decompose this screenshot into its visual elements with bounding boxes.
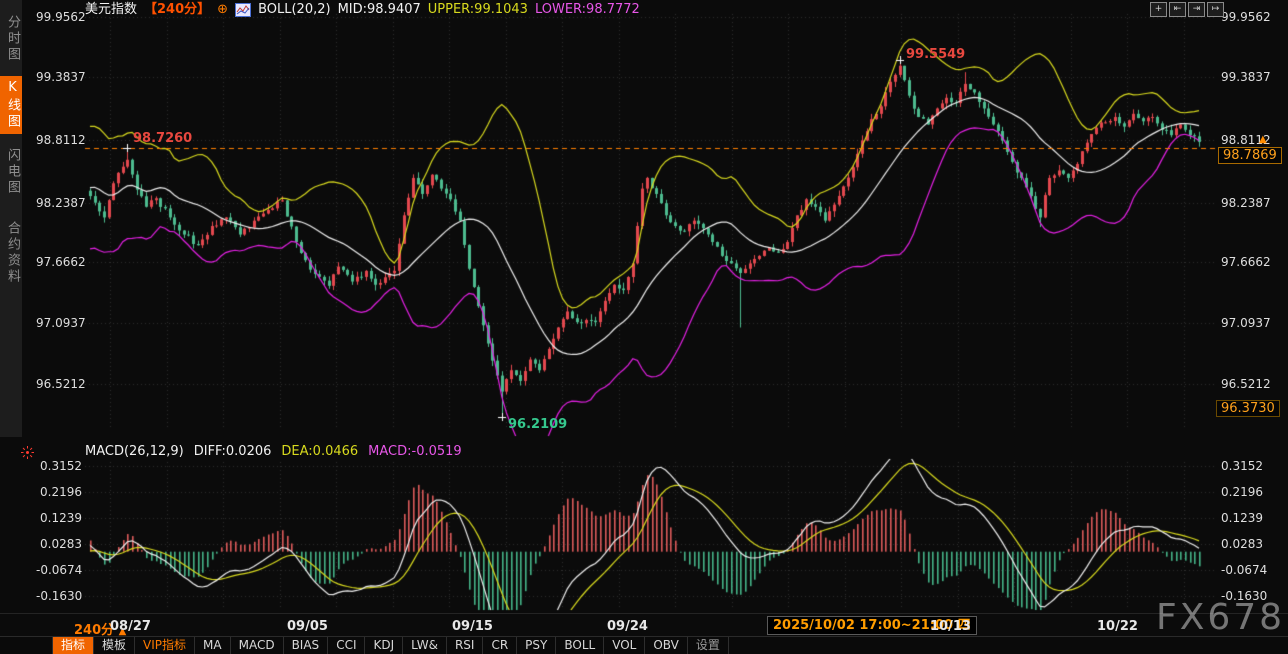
- boll-mid-value: MID:98.9407: [338, 2, 421, 17]
- y-axis-label: 98.8112: [36, 133, 82, 147]
- ref-price-annotation: 98.7260: [133, 131, 192, 146]
- toolbar-item-kdj[interactable]: KDJ: [365, 637, 403, 654]
- sidebar-item-kline[interactable]: K线图: [0, 76, 22, 134]
- y-axis-label: 98.2387: [36, 196, 82, 210]
- low-price-annotation: 96.2109: [508, 417, 567, 432]
- toolbar-item-vol[interactable]: VOL: [604, 637, 645, 654]
- x-axis-date: 08/27: [110, 619, 151, 634]
- toolbar-item-cci[interactable]: CCI: [328, 637, 365, 654]
- y-axis-label: 99.3837: [36, 70, 82, 84]
- zoom-in-icon[interactable]: ⇤: [1169, 2, 1186, 17]
- shift-right-icon[interactable]: ↦: [1207, 2, 1224, 17]
- toolbar-item-indicators[interactable]: 指标: [52, 637, 94, 654]
- macd-axis-label: 0.2196: [1221, 485, 1281, 499]
- y-axis-label: 99.9562: [36, 10, 82, 24]
- macd-axis-label: -0.0674: [36, 563, 82, 577]
- low-marker-tag: 96.3730: [1216, 400, 1280, 417]
- sidebar-item-contract-info[interactable]: 合约资料: [0, 210, 22, 296]
- y-axis-label: 97.6662: [36, 255, 82, 269]
- toolbar-item-bias[interactable]: BIAS: [284, 637, 329, 654]
- y-axis-label: 97.0937: [1221, 316, 1281, 330]
- macd-param-label: MACD(26,12,9): [85, 444, 184, 459]
- macd-axis-label: 0.2196: [36, 485, 82, 499]
- boll-lower-value: LOWER:98.7772: [535, 2, 640, 17]
- macd-axis-label: 0.3152: [1221, 459, 1281, 473]
- move-crosshair-icon[interactable]: +: [1150, 2, 1167, 17]
- toolbar-item-lwr[interactable]: LW&: [403, 637, 447, 654]
- macd-header: MACD(26,12,9) DIFF:0.0206 DEA:0.0466 MAC…: [85, 444, 462, 459]
- macd-axis-label: 0.1239: [1221, 511, 1281, 525]
- last-price-tag: 98.7869: [1218, 147, 1282, 164]
- macd-axis-label: 0.0283: [36, 537, 82, 551]
- y-axis-label: 97.0937: [36, 316, 82, 330]
- toolbar-item-ma[interactable]: MA: [195, 637, 231, 654]
- toolbar-item-rsi[interactable]: RSI: [447, 637, 484, 654]
- toolbar-item-cr[interactable]: CR: [483, 637, 517, 654]
- sidebar-item-timeshare[interactable]: 分时图: [0, 6, 22, 72]
- high-price-annotation: 99.5549: [906, 47, 965, 62]
- macd-axis-label: 0.3152: [36, 459, 82, 473]
- toolbar-item-macd[interactable]: MACD: [231, 637, 284, 654]
- y-axis-label: 96.5212: [1221, 377, 1281, 391]
- symbol-name: 美元指数: [85, 2, 137, 17]
- zoom-out-icon[interactable]: ⇥: [1188, 2, 1205, 17]
- chart-toolbar-icons: + ⇤ ⇥ ↦: [1150, 2, 1224, 17]
- macd-axis-label: 0.0283: [1221, 537, 1281, 551]
- y-axis-label: 99.9562: [1221, 10, 1281, 24]
- x-axis-date: 09/15: [452, 619, 493, 634]
- macd-axis-label: 0.1239: [36, 511, 82, 525]
- toolbar-item-psy[interactable]: PSY: [517, 637, 556, 654]
- trading-app-window: { "header": { "symbol": "美元指数", "period"…: [0, 0, 1288, 654]
- boll-upper-value: UPPER:99.1043: [428, 2, 528, 17]
- y-axis-label: 99.3837: [1221, 70, 1281, 84]
- macd-axis-label: -0.1630: [36, 589, 82, 603]
- sidebar-item-flash[interactable]: 闪电图: [0, 140, 22, 204]
- x-axis-date: 10/22: [1097, 619, 1138, 634]
- x-axis-date: 09/05: [287, 619, 328, 634]
- y-axis-label: 98.8112: [1221, 133, 1281, 147]
- y-axis-label: 97.6662: [1221, 255, 1281, 269]
- crosshair-toggle-icon[interactable]: ⊕: [217, 2, 228, 17]
- macd-axis-label: -0.0674: [1221, 563, 1281, 577]
- toolbar-item-obv[interactable]: OBV: [645, 637, 688, 654]
- macd-value: MACD:-0.0519: [368, 444, 462, 459]
- boll-param-label: BOLL(20,2): [258, 2, 331, 17]
- macd-axis-label: -0.1630: [1221, 589, 1281, 603]
- period-label: 【240分】: [144, 2, 210, 17]
- price-position-arrow-icon: ▲: [1259, 134, 1267, 145]
- chart-header: 美元指数 【240分】 ⊕ BOLL(20,2) MID:98.9407 UPP…: [85, 2, 640, 17]
- y-axis-label: 96.5212: [36, 377, 82, 391]
- brand-watermark: FX678: [1156, 597, 1285, 638]
- macd-dea-value: DEA:0.0466: [281, 444, 358, 459]
- toolbar-item-boll[interactable]: BOLL: [556, 637, 604, 654]
- toolbar-item-vip-indicators[interactable]: VIP指标: [135, 637, 195, 654]
- indicator-alert-icon[interactable]: [21, 444, 34, 463]
- mini-chart-icon[interactable]: [235, 3, 251, 17]
- indicator-toolbar: 指标 模板 VIP指标 MA MACD BIAS CCI KDJ LW& RSI…: [0, 636, 1288, 654]
- view-sidebar: 分时图 K线图 闪电图 合约资料: [0, 0, 22, 437]
- y-axis-label: 98.2387: [1221, 196, 1281, 210]
- macd-diff-value: DIFF:0.0206: [194, 444, 272, 459]
- axis-separator: [0, 613, 1288, 614]
- toolbar-item-settings[interactable]: 设置: [688, 637, 729, 654]
- x-axis-date: 09/24: [607, 619, 648, 634]
- toolbar-item-templates[interactable]: 模板: [94, 637, 135, 654]
- x-axis-date: 10/13: [930, 619, 971, 634]
- chart-canvas[interactable]: [0, 0, 1288, 654]
